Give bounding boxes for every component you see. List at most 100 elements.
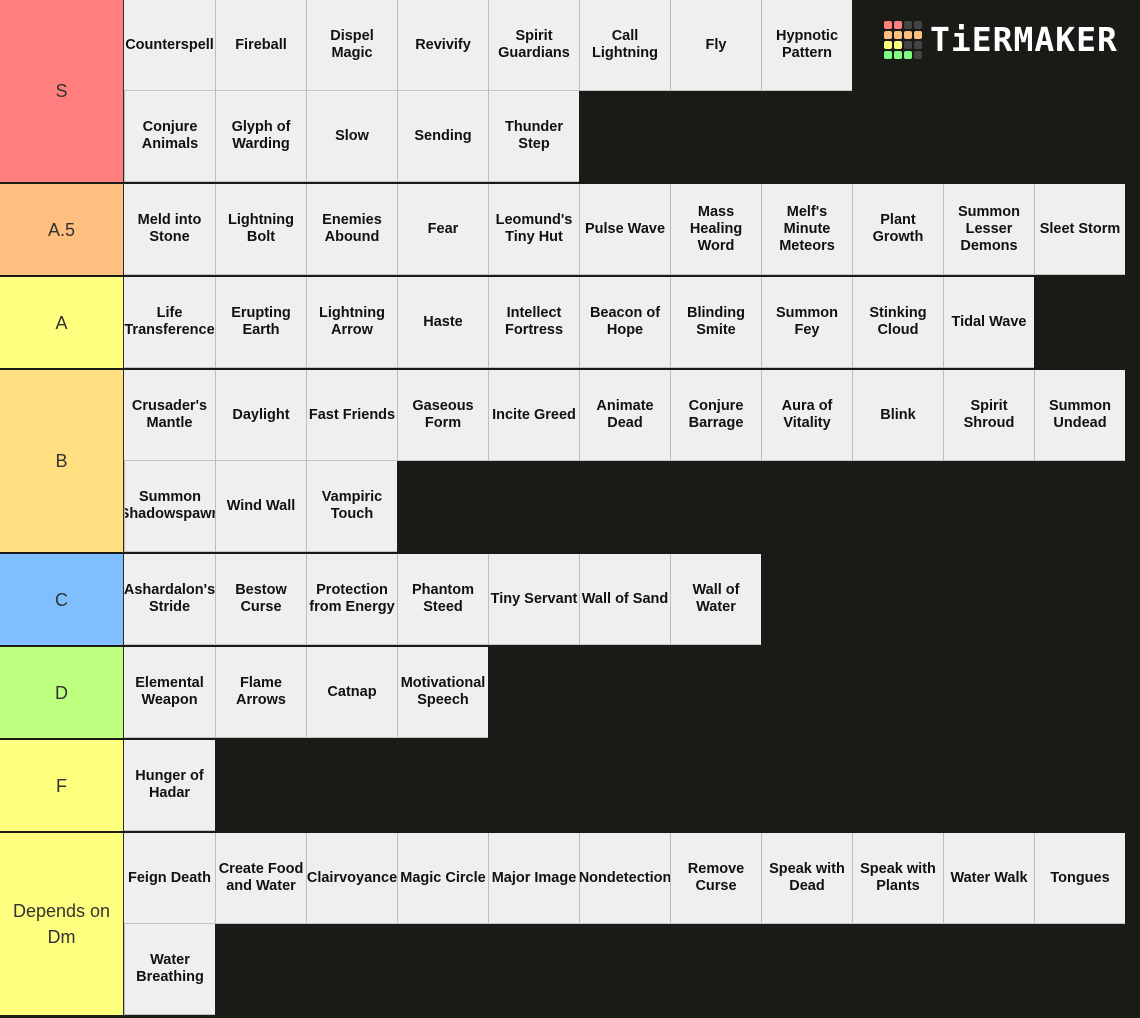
tier-item[interactable]: Elemental Weapon	[124, 647, 215, 738]
tier-item[interactable]: Create Food and Water	[215, 833, 306, 924]
tier-item[interactable]: Tongues	[1034, 833, 1125, 924]
tier-item[interactable]: Intellect Fortress	[488, 277, 579, 368]
tier-label[interactable]: C	[0, 554, 124, 645]
tier-item[interactable]: Erupting Earth	[215, 277, 306, 368]
tier-item[interactable]: Magic Circle	[397, 833, 488, 924]
tier-item[interactable]: Leomund's Tiny Hut	[488, 184, 579, 275]
tier-label[interactable]: A.5	[0, 184, 124, 275]
tier-item[interactable]: Fear	[397, 184, 488, 275]
tier-item[interactable]: Hunger of Hadar	[124, 740, 215, 831]
tier-item[interactable]: Slow	[306, 91, 397, 182]
tier-item[interactable]: Call Lightning	[579, 0, 670, 91]
tier-item[interactable]: Protection from Energy	[306, 554, 397, 645]
tier-item[interactable]: Crusader's Mantle	[124, 370, 215, 461]
tier-item[interactable]: Ashardalon's Stride	[124, 554, 215, 645]
tier-item[interactable]: Sending	[397, 91, 488, 182]
tier-item[interactable]: Blink	[852, 370, 943, 461]
tier-row: Depends on Dm Feign Death Create Food and …	[0, 833, 1140, 1017]
tier-label[interactable]: D	[0, 647, 124, 738]
tier-item[interactable]: Conjure Barrage	[670, 370, 761, 461]
tier-item[interactable]: Animate Dead	[579, 370, 670, 461]
tier-item[interactable]: Speak with Plants	[852, 833, 943, 924]
tier-item[interactable]: Vampiric Touch	[306, 461, 397, 552]
tier-item[interactable]: Major Image	[488, 833, 579, 924]
tier-item[interactable]: Bestow Curse	[215, 554, 306, 645]
tier-item[interactable]: Counterspell	[124, 0, 215, 91]
logo-grid-icon	[884, 21, 922, 59]
tier-items: Meld into Stone Lightning Bolt Enemies Abo…	[124, 184, 1125, 275]
tier-item[interactable]: Enemies Abound	[306, 184, 397, 275]
tier-item[interactable]: Summon Undead	[1034, 370, 1125, 461]
tier-label[interactable]: S	[0, 0, 124, 182]
tier-item[interactable]: Motivational Speech	[397, 647, 488, 738]
logo-square	[914, 51, 922, 59]
tier-item[interactable]: Hypnotic Pattern	[761, 0, 852, 91]
tier-item[interactable]: Life Transference	[124, 277, 215, 368]
tier-item[interactable]: Phantom Steed	[397, 554, 488, 645]
tier-item[interactable]: Daylight	[215, 370, 306, 461]
tier-item[interactable]: Wall of Sand	[579, 554, 670, 645]
logo-square	[904, 31, 912, 39]
tier-item[interactable]: Clairvoyance	[306, 833, 397, 924]
tier-item[interactable]: Fireball	[215, 0, 306, 91]
logo-square	[904, 51, 912, 59]
tier-item[interactable]: Conjure Animals	[124, 91, 215, 182]
tier-item[interactable]: Wind Wall	[215, 461, 306, 552]
tier-item[interactable]: Flame Arrows	[215, 647, 306, 738]
tier-item[interactable]: Remove Curse	[670, 833, 761, 924]
tier-item[interactable]: Water Walk	[943, 833, 1034, 924]
tier-item[interactable]: Blinding Smite	[670, 277, 761, 368]
logo-text: TiERMAKER	[930, 20, 1118, 59]
tier-item[interactable]: Pulse Wave	[579, 184, 670, 275]
tier-row: C Ashardalon's Stride Bestow Curse Protecti…	[0, 554, 1140, 647]
tier-item[interactable]: Beacon of Hope	[579, 277, 670, 368]
tier-item[interactable]: Feign Death	[124, 833, 215, 924]
tier-label[interactable]: B	[0, 370, 124, 552]
tier-item[interactable]: Gaseous Form	[397, 370, 488, 461]
tier-item[interactable]: Thunder Step	[488, 91, 579, 182]
tier-item[interactable]: Dispel Magic	[306, 0, 397, 91]
tier-item[interactable]: Catnap	[306, 647, 397, 738]
tier-list: S Counterspell Fireball Dispel Magic Revivif…	[0, 0, 1140, 1017]
tier-item[interactable]: Lightning Bolt	[215, 184, 306, 275]
tier-item[interactable]: Aura of Vitality	[761, 370, 852, 461]
tier-items: Hunger of Hadar	[124, 740, 1125, 831]
tier-item[interactable]: Speak with Dead	[761, 833, 852, 924]
tier-item[interactable]: Tiny Servant	[488, 554, 579, 645]
logo-square	[894, 41, 902, 49]
tier-item[interactable]: Wall of Water	[670, 554, 761, 645]
tier-item[interactable]: Meld into Stone	[124, 184, 215, 275]
tier-item[interactable]: Lightning Arrow	[306, 277, 397, 368]
tier-row: F Hunger of Hadar	[0, 740, 1140, 833]
tier-item[interactable]: Nondetection	[579, 833, 670, 924]
tier-item[interactable]: Mass Healing Word	[670, 184, 761, 275]
logo-square	[884, 21, 892, 29]
tier-row: D Elemental Weapon Flame Arrows Catnap Motiv…	[0, 647, 1140, 740]
tier-item[interactable]: Tidal Wave	[943, 277, 1034, 368]
tier-items: Life Transference Erupting Earth Lightning…	[124, 277, 1125, 368]
logo-square	[914, 31, 922, 39]
tier-label[interactable]: Depends on Dm	[0, 833, 124, 1015]
tier-item[interactable]: Haste	[397, 277, 488, 368]
tier-row: A Life Transference Erupting Earth Lightnin…	[0, 277, 1140, 370]
tier-item[interactable]: Spirit Guardians	[488, 0, 579, 91]
tier-item[interactable]: Fly	[670, 0, 761, 91]
tier-item[interactable]: Glyph of Warding	[215, 91, 306, 182]
tier-items: Crusader's Mantle Daylight Fast Friends Gas…	[124, 370, 1125, 552]
tier-item[interactable]: Sleet Storm	[1034, 184, 1125, 275]
tier-item[interactable]: Plant Growth	[852, 184, 943, 275]
tier-item[interactable]: Stinking Cloud	[852, 277, 943, 368]
logo-square	[904, 21, 912, 29]
tier-item[interactable]: Summon Shadowspawn	[124, 461, 215, 552]
tier-label[interactable]: F	[0, 740, 124, 831]
tier-item[interactable]: Incite Greed	[488, 370, 579, 461]
tier-item[interactable]: Fast Friends	[306, 370, 397, 461]
logo-square	[894, 31, 902, 39]
tier-item[interactable]: Melf's Minute Meteors	[761, 184, 852, 275]
tier-item[interactable]: Summon Fey	[761, 277, 852, 368]
tier-label[interactable]: A	[0, 277, 124, 368]
tier-item[interactable]: Revivify	[397, 0, 488, 91]
tier-item[interactable]: Water Breathing	[124, 924, 215, 1015]
tier-item[interactable]: Spirit Shroud	[943, 370, 1034, 461]
tier-item[interactable]: Summon Lesser Demons	[943, 184, 1034, 275]
